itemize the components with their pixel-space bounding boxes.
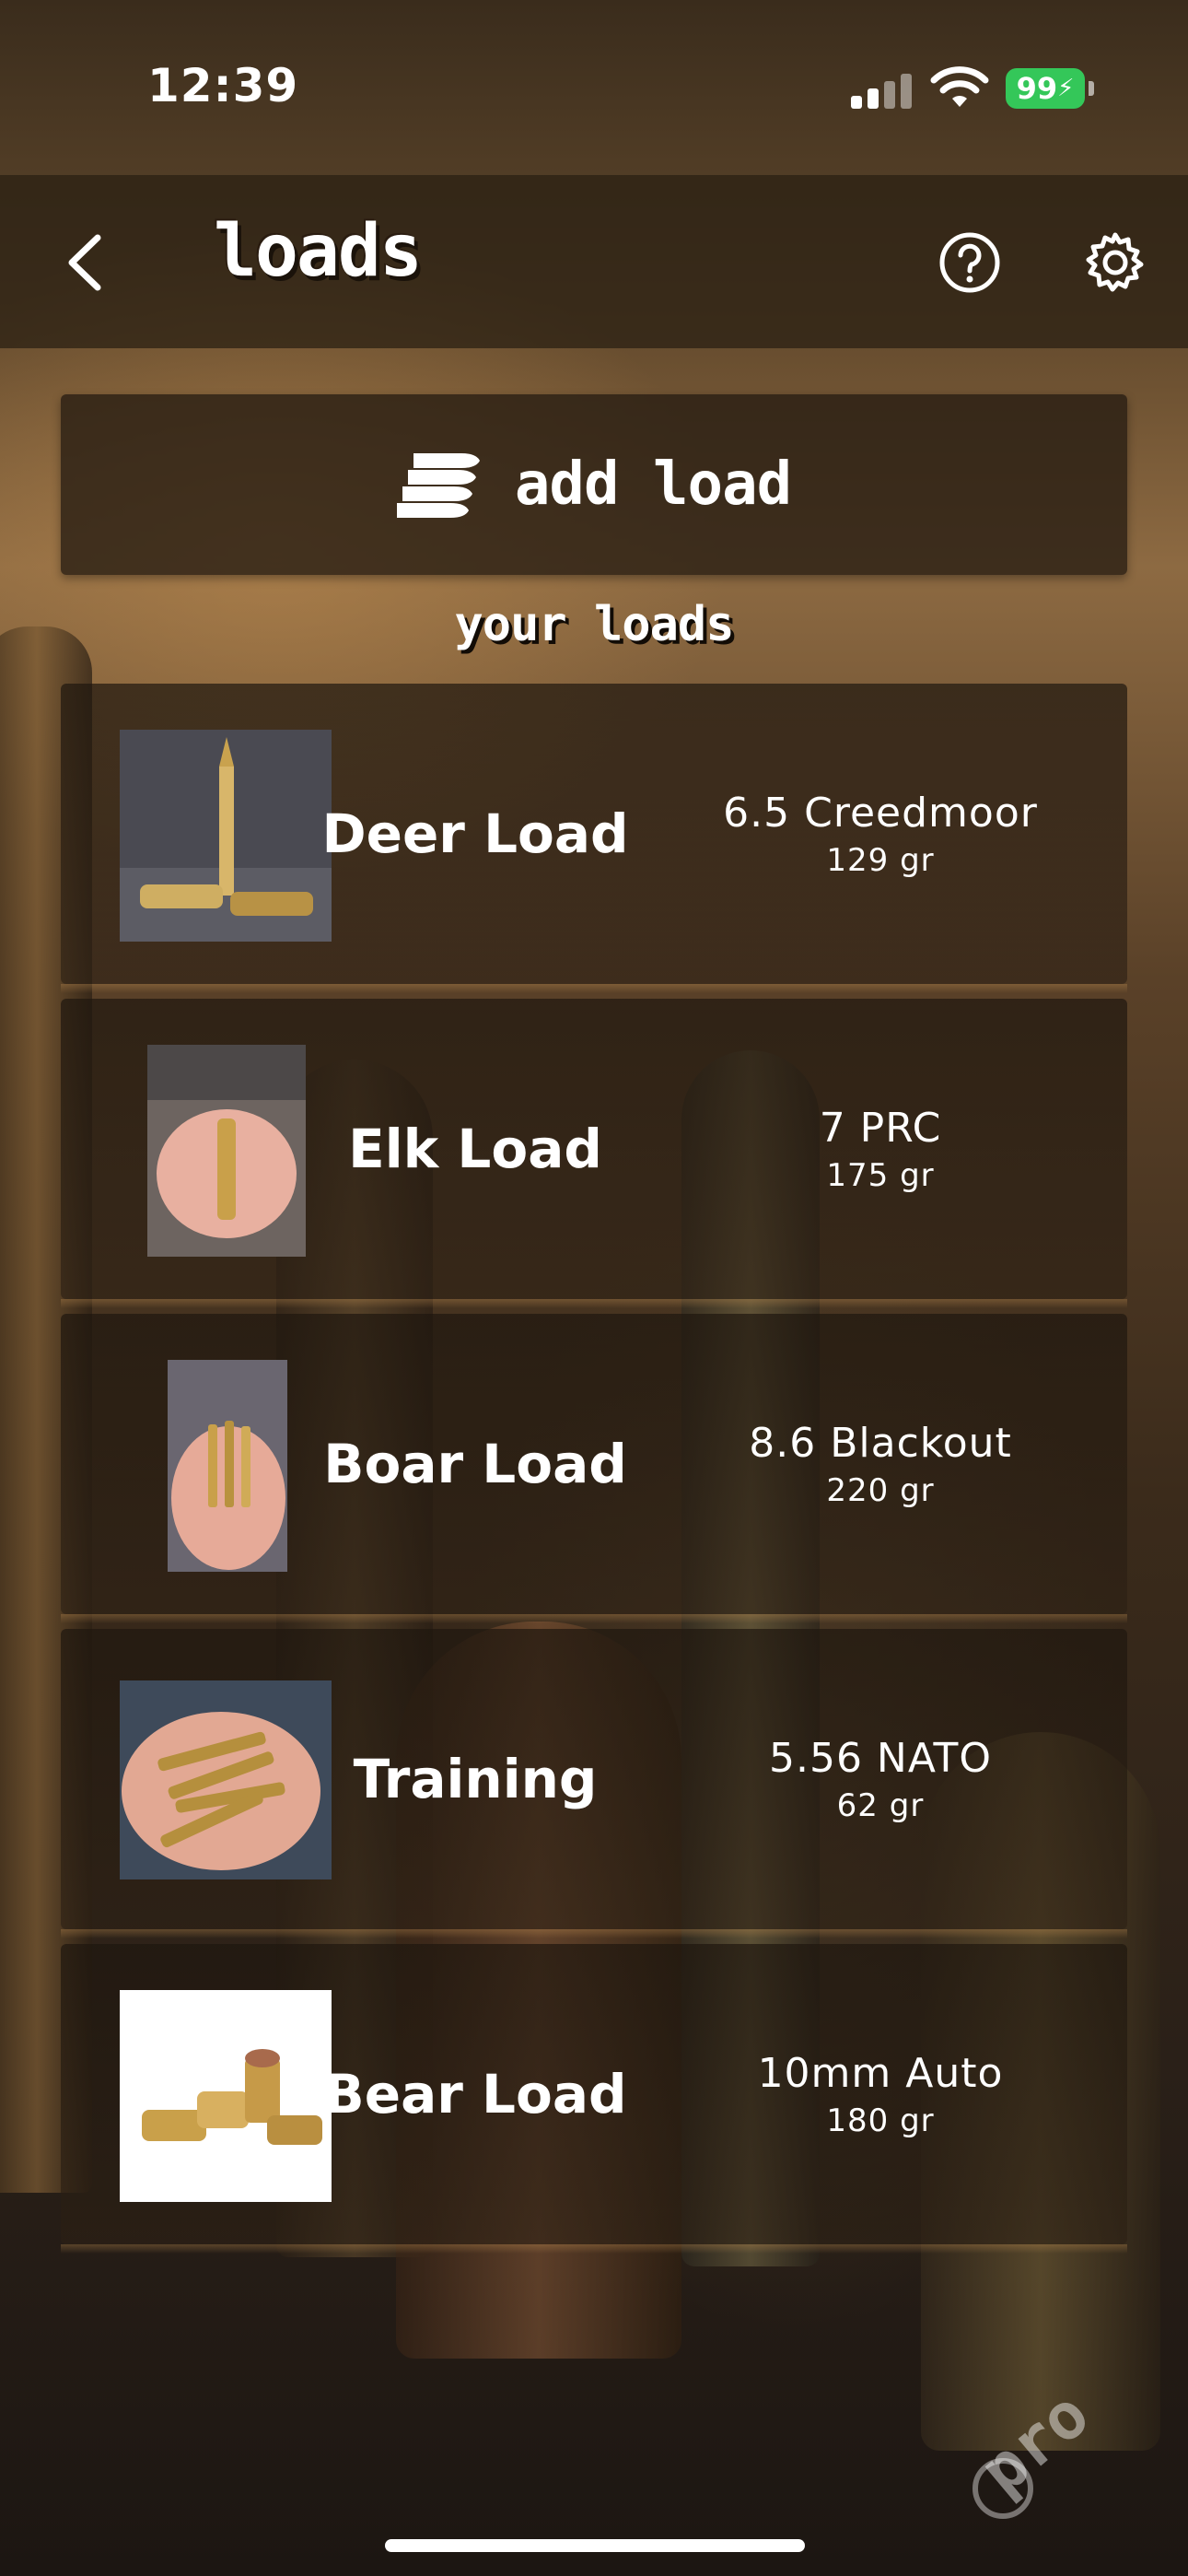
load-name: Bear Load [323,2063,627,2125]
status-bar: 12:39 99 ⚡ [0,0,1188,175]
load-name: Deer Load [321,802,629,865]
load-item-bear[interactable]: Bear Load 10mm Auto 180 gr [61,1944,1127,2254]
back-chevron-icon[interactable] [57,230,112,295]
help-icon[interactable] [938,230,1002,295]
nav-header: loads [0,175,1188,348]
load-item-boar[interactable]: Boar Load 8.6 Blackout 220 gr [61,1314,1127,1623]
load-caliber: 8.6 Blackout [749,1419,1012,1467]
load-item-training[interactable]: Training 5.56 NATO 62 gr [61,1629,1127,1938]
pro-badge-icon [973,2458,1033,2519]
load-name: Boar Load [323,1433,627,1495]
load-weight: 175 gr [826,1156,935,1194]
load-thumbnail-image [120,730,332,942]
load-thumbnail-image [120,1680,332,1879]
load-caliber: 10mm Auto [757,2049,1004,2097]
load-thumbnail-image [147,1045,306,1257]
load-details: 7 PRC 175 gr [705,999,1055,1299]
load-weight: 62 gr [836,1786,925,1824]
add-load-button[interactable]: add load [61,394,1127,575]
battery-level: 99 [1016,71,1058,106]
ammo-stack-icon [396,453,480,518]
load-weight: 129 gr [826,841,935,879]
battery-indicator: 99 ⚡ [1006,68,1085,109]
load-item-elk[interactable]: Elk Load 7 PRC 175 gr [61,999,1127,1308]
load-weight: 180 gr [826,2102,935,2139]
load-details: 5.56 NATO 62 gr [705,1629,1055,1929]
load-list: Deer Load 6.5 Creedmoor 129 gr Elk Load … [61,684,1127,2259]
load-details: 10mm Auto 180 gr [705,1944,1055,2244]
load-caliber: 5.56 NATO [768,1734,993,1782]
load-item-deer[interactable]: Deer Load 6.5 Creedmoor 129 gr [61,684,1127,993]
charging-bolt-icon: ⚡ [1057,75,1075,102]
cellular-signal-icon [851,72,915,109]
load-caliber: 7 PRC [819,1104,942,1152]
page-title: loads [214,210,423,293]
load-name: Training [353,1748,598,1810]
load-thumbnail-image [120,1990,332,2202]
load-details: 8.6 Blackout 220 gr [705,1314,1055,1614]
wifi-icon [930,66,989,107]
add-load-label: add load [514,451,792,519]
load-name: Elk Load [348,1118,602,1180]
battery-cap [1089,81,1094,96]
load-details: 6.5 Creedmoor 129 gr [705,684,1055,984]
section-title: your loads [454,597,734,652]
load-thumbnail-image [168,1360,287,1572]
status-time: 12:39 [147,59,299,112]
load-caliber: 6.5 Creedmoor [723,789,1038,837]
settings-gear-icon[interactable] [1083,230,1147,295]
load-weight: 220 gr [826,1471,935,1509]
home-indicator [385,2539,805,2552]
